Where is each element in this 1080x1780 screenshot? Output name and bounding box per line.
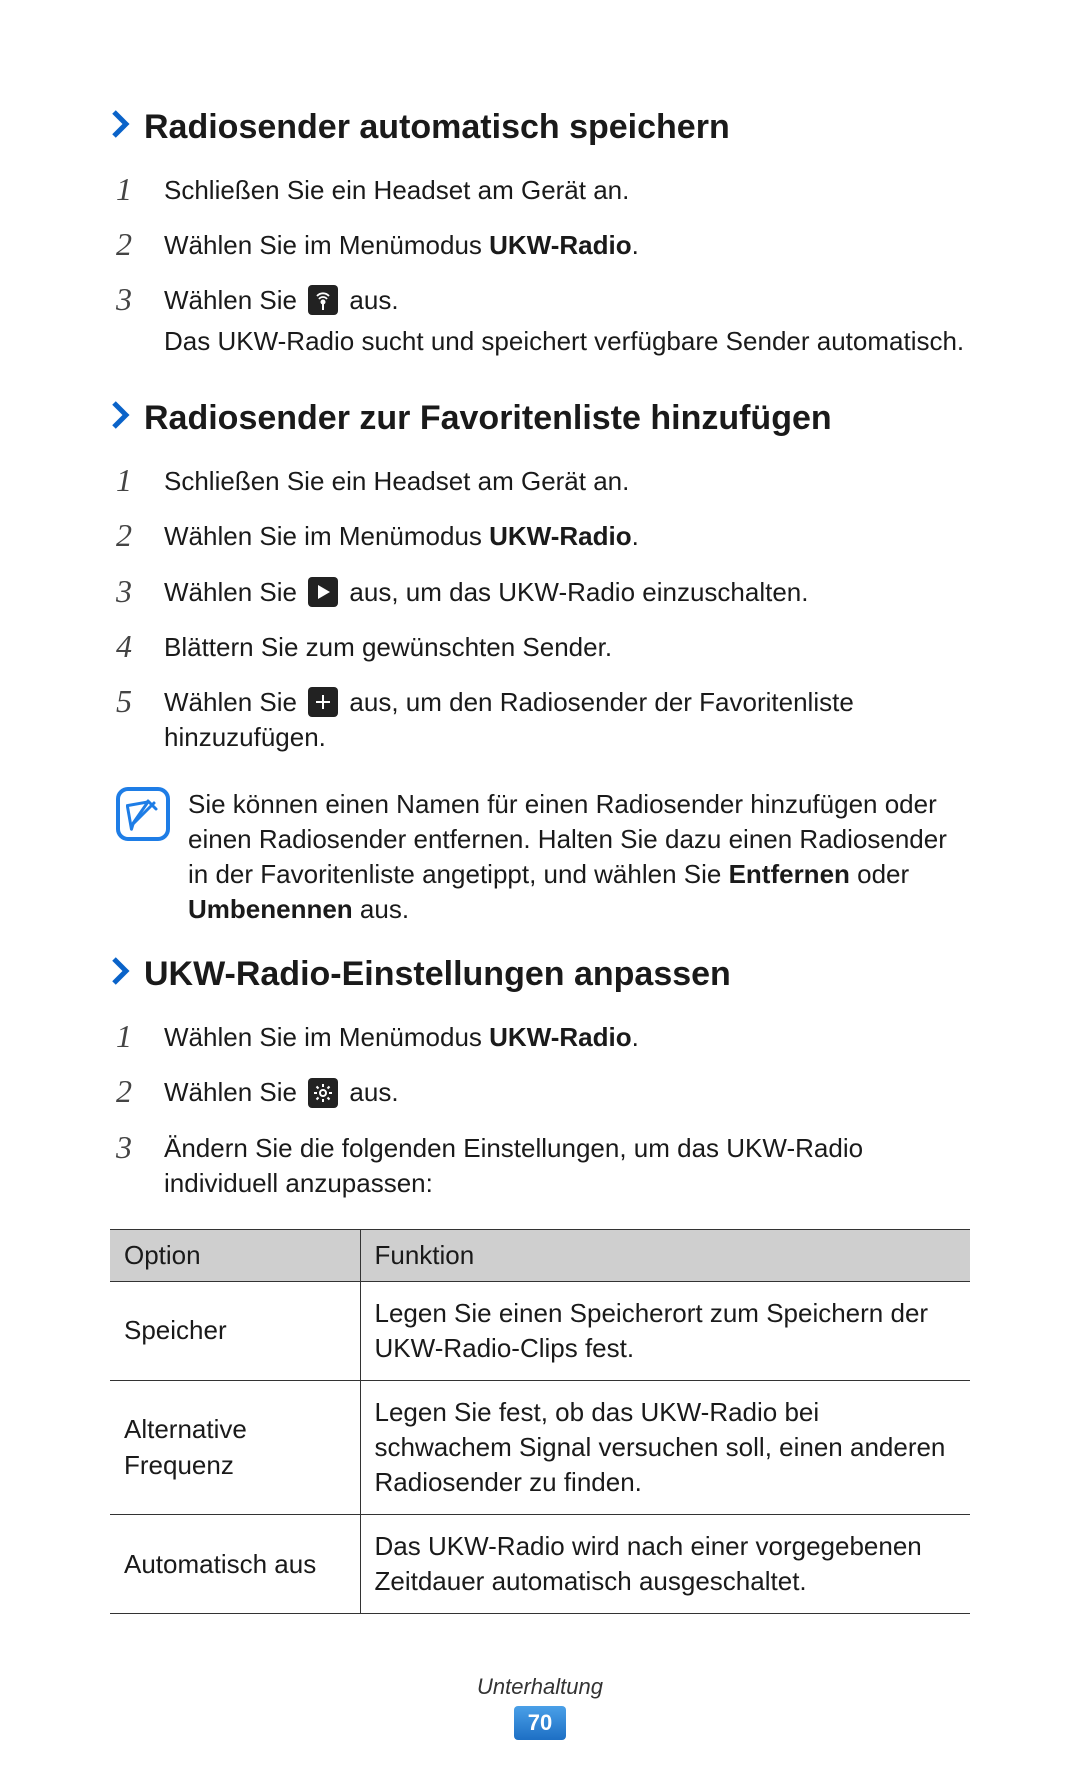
text: . (632, 1022, 639, 1052)
step-number: 3 (116, 1131, 146, 1163)
step-body: Wählen Sie aus. (164, 1075, 970, 1110)
text: Schließen Sie ein Headset am Gerät an. (164, 175, 629, 205)
text: Umbenennen (188, 894, 353, 924)
text: Wählen Sie im Menümodus (164, 1022, 489, 1052)
step-body: Blättern Sie zum gewünschten Sender. (164, 630, 970, 665)
step: 3 Wählen Sie aus, um das UKW-Radio einzus… (110, 567, 970, 622)
text: Entfernen (729, 859, 850, 889)
section-title: UKW-Radio-Einstellungen anpassen (144, 955, 731, 994)
text: aus. (342, 1077, 398, 1107)
step-body: Wählen Sie im Menümodus UKW-Radio. (164, 228, 970, 263)
text: UKW-Radio (489, 521, 631, 551)
step: 2 Wählen Sie im Menümodus UKW-Radio. (110, 220, 970, 275)
step: 3 Wählen Sie aus. Das UKW-Radio sucht und … (110, 275, 970, 371)
text: Blättern Sie zum gewünschten Sender. (164, 632, 612, 662)
section-heading: Radiosender automatisch speichern (110, 108, 970, 147)
table-row: Automatisch ausDas UKW-Radio wird nach e… (110, 1515, 970, 1614)
step-number: 2 (116, 519, 146, 551)
page: Radiosender automatisch speichern 1 Schlie… (0, 0, 1080, 1780)
step: 1 Schließen Sie ein Headset am Gerät an. (110, 165, 970, 220)
page-number: 70 (514, 1706, 566, 1740)
text: aus. (342, 285, 398, 315)
content: Radiosender automatisch speichern 1 Schlie… (110, 108, 970, 1614)
steps-list: 1 Schließen Sie ein Headset am Gerät an. 2… (110, 165, 970, 371)
text: Schließen Sie ein Headset am Gerät an. (164, 466, 629, 496)
text: UKW-Radio (489, 1022, 631, 1052)
section-heading: UKW-Radio-Einstellungen anpassen (110, 955, 970, 994)
step-body: Wählen Sie aus, um den Radiosender der F… (164, 685, 970, 755)
text: . (632, 230, 639, 260)
option-name: Speicher (110, 1281, 360, 1380)
step-number: 5 (116, 685, 146, 717)
option-desc: Das UKW-Radio wird nach einer vorgegeben… (360, 1515, 970, 1614)
table-header: Funktion (360, 1229, 970, 1281)
step: 2 Wählen Sie im Menümodus UKW-Radio. (110, 511, 970, 566)
option-desc: Legen Sie einen Speicherort zum Speicher… (360, 1281, 970, 1380)
text: Wählen Sie (164, 285, 304, 315)
text: UKW-Radio (489, 230, 631, 260)
step-number: 4 (116, 630, 146, 662)
text: Wählen Sie (164, 1077, 304, 1107)
step: 3 Ändern Sie die folgenden Einstellungen,… (110, 1123, 970, 1213)
option-name: Automatisch aus (110, 1515, 360, 1614)
chevron-icon (110, 957, 132, 985)
step: 5 Wählen Sie aus, um den Radiosender der … (110, 677, 970, 767)
table-row: SpeicherLegen Sie einen Speicherort zum … (110, 1281, 970, 1380)
steps-list: 1 Wählen Sie im Menümodus UKW-Radio. 2 Wähl… (110, 1012, 970, 1212)
steps-list: 1 Schließen Sie ein Headset am Gerät an. 2… (110, 456, 970, 767)
step-body: Wählen Sie aus. Das UKW-Radio sucht und s… (164, 283, 970, 359)
step: 2 Wählen Sie aus. (110, 1067, 970, 1122)
text: aus. (353, 894, 409, 924)
step-body: Schließen Sie ein Headset am Gerät an. (164, 464, 970, 499)
text: . (632, 521, 639, 551)
table-header: Option (110, 1229, 360, 1281)
step-body: Wählen Sie aus, um das UKW-Radio einzusc… (164, 575, 970, 610)
option-desc: Legen Sie fest, ob das UKW-Radio bei sch… (360, 1380, 970, 1514)
step-number: 2 (116, 1075, 146, 1107)
text: Wählen Sie im Menümodus (164, 521, 489, 551)
step: 1 Schließen Sie ein Headset am Gerät an. (110, 456, 970, 511)
step-body: Schließen Sie ein Headset am Gerät an. (164, 173, 970, 208)
step: 1 Wählen Sie im Menümodus UKW-Radio. (110, 1012, 970, 1067)
section-heading: Radiosender zur Favoritenliste hinzufüge… (110, 399, 970, 438)
step-number: 3 (116, 575, 146, 607)
note-icon (116, 787, 170, 841)
antenna-icon (308, 285, 338, 315)
step-number: 3 (116, 283, 146, 315)
step-number: 1 (116, 173, 146, 205)
gear-icon (308, 1078, 338, 1108)
text: Ändern Sie die folgenden Einstellungen, … (164, 1133, 863, 1198)
option-name: Alternative Frequenz (110, 1380, 360, 1514)
plus-icon (308, 687, 338, 717)
section-title: Radiosender zur Favoritenliste hinzufüge… (144, 399, 832, 438)
text: Wählen Sie (164, 577, 304, 607)
table-row: Alternative FrequenzLegen Sie fest, ob d… (110, 1380, 970, 1514)
text: Wählen Sie (164, 687, 304, 717)
text: Das UKW-Radio sucht und speichert verfüg… (164, 326, 964, 356)
chevron-icon (110, 401, 132, 429)
step-body: Wählen Sie im Menümodus UKW-Radio. (164, 1020, 970, 1055)
step-number: 2 (116, 228, 146, 260)
section-title: Radiosender automatisch speichern (144, 108, 730, 147)
play-icon (308, 577, 338, 607)
text: oder (850, 859, 909, 889)
step: 4 Blättern Sie zum gewünschten Sender. (110, 622, 970, 677)
chevron-icon (110, 110, 132, 138)
note-text: Sie können einen Namen für einen Radiose… (188, 787, 970, 927)
settings-table: OptionFunktionSpeicherLegen Sie einen Sp… (110, 1229, 970, 1615)
step-number: 1 (116, 1020, 146, 1052)
text: aus, um das UKW-Radio einzuschalten. (342, 577, 808, 607)
step-number: 1 (116, 464, 146, 496)
text: Wählen Sie im Menümodus (164, 230, 489, 260)
step-body: Ändern Sie die folgenden Einstellungen, … (164, 1131, 970, 1201)
step-subtext: Das UKW-Radio sucht und speichert verfüg… (164, 324, 970, 359)
footer: Unterhaltung 70 (110, 1674, 970, 1740)
note: Sie können einen Namen für einen Radiose… (116, 787, 970, 927)
step-body: Wählen Sie im Menümodus UKW-Radio. (164, 519, 970, 554)
footer-category: Unterhaltung (110, 1674, 970, 1700)
